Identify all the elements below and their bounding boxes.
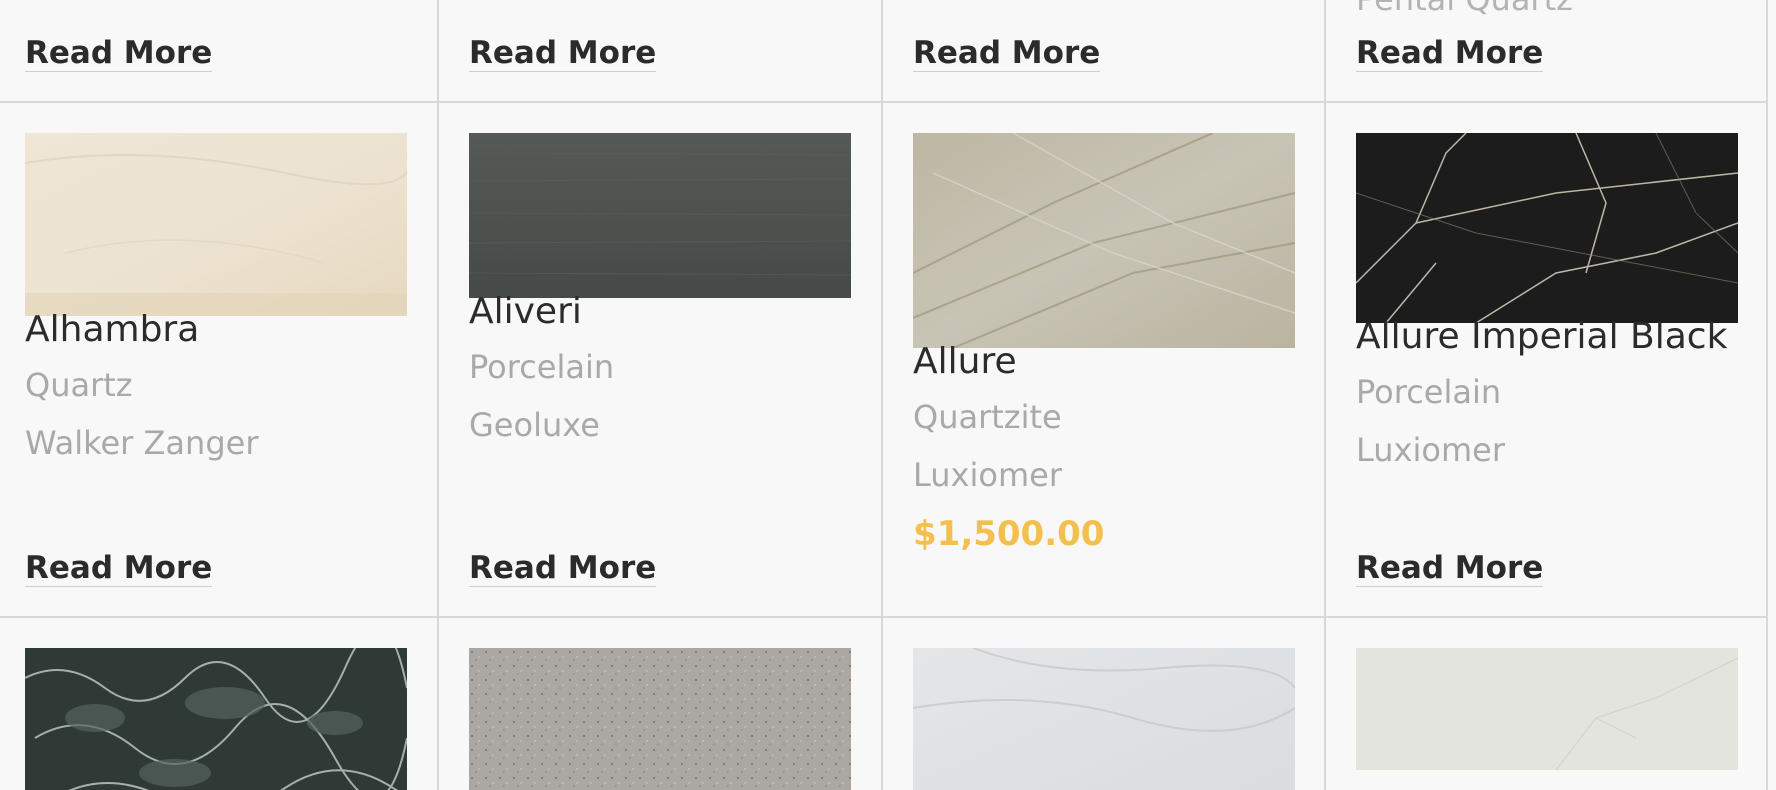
product-card-allure-imperial-black: Allure Imperial Black Porcelain Luxiomer… — [1326, 103, 1766, 616]
product-card: Read More — [0, 0, 437, 101]
product-image[interactable] — [913, 648, 1295, 790]
product-card-allure: Allure Quartzite Luxiomer $1,500.00 — [883, 103, 1324, 616]
product-image[interactable] — [1356, 133, 1738, 323]
product-card: Read More — [439, 0, 881, 101]
product-card — [883, 618, 1324, 790]
read-more-link[interactable]: Read More — [1356, 551, 1544, 588]
product-card — [0, 618, 437, 790]
product-card: Read More — [883, 0, 1324, 101]
product-image[interactable] — [25, 648, 407, 790]
product-brand: Luxiomer — [1356, 431, 1505, 469]
product-brand: Pental Quartz — [1356, 0, 1573, 17]
read-more-link[interactable]: Read More — [913, 36, 1101, 73]
read-more-link[interactable]: Read More — [1356, 36, 1544, 73]
column-divider — [1766, 0, 1768, 790]
product-card — [1326, 618, 1766, 790]
product-card-alhambra: Alhambra Quartz Walker Zanger Read More — [0, 103, 437, 616]
read-more-link[interactable]: Read More — [25, 36, 213, 73]
product-brand: Geoluxe — [469, 406, 600, 444]
product-card-aliveri: Aliveri Porcelain Geoluxe Read More — [439, 103, 881, 616]
product-card: Pental Quartz Read More — [1326, 0, 1766, 101]
product-material: Porcelain — [469, 348, 615, 386]
product-brand: Luxiomer — [913, 456, 1062, 494]
product-brand: Walker Zanger — [25, 424, 259, 462]
product-material: Quartz — [25, 366, 133, 404]
product-title[interactable]: Alhambra — [25, 310, 199, 350]
read-more-link[interactable]: Read More — [25, 551, 213, 588]
product-title[interactable]: Aliveri — [469, 292, 582, 332]
product-grid: Read More Read More Read More Pental Qua… — [0, 0, 1768, 790]
product-material: Quartzite — [913, 398, 1062, 436]
product-image[interactable] — [1356, 648, 1738, 770]
product-title[interactable]: Allure — [913, 342, 1017, 382]
product-image[interactable] — [469, 648, 851, 790]
product-card — [439, 618, 881, 790]
product-material: Porcelain — [1356, 373, 1502, 411]
read-more-link[interactable]: Read More — [469, 551, 657, 588]
product-title[interactable]: Allure Imperial Black — [1356, 317, 1727, 357]
product-image[interactable] — [913, 133, 1295, 348]
read-more-link[interactable]: Read More — [469, 36, 657, 73]
product-image[interactable] — [469, 133, 851, 298]
product-image[interactable] — [25, 133, 407, 316]
product-price: $1,500.00 — [913, 514, 1105, 554]
